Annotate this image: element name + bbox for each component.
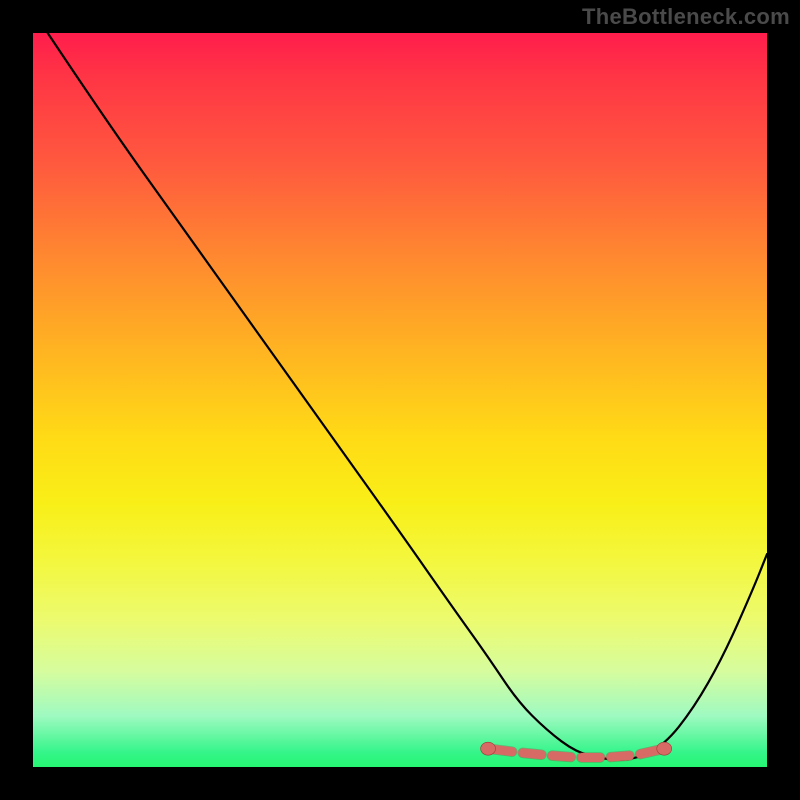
marker-dash (552, 756, 571, 757)
plot-area (33, 33, 767, 767)
marker-dot (657, 742, 672, 755)
curve-layer (33, 33, 767, 767)
marker-dash (523, 753, 542, 755)
marker-dot (481, 742, 496, 755)
marker-dash (640, 750, 659, 754)
marker-dash (493, 749, 512, 751)
bottleneck-curve-line (48, 33, 767, 760)
chart-frame: TheBottleneck.com (0, 0, 800, 800)
marker-dash (611, 756, 630, 757)
watermark-text: TheBottleneck.com (582, 4, 790, 30)
